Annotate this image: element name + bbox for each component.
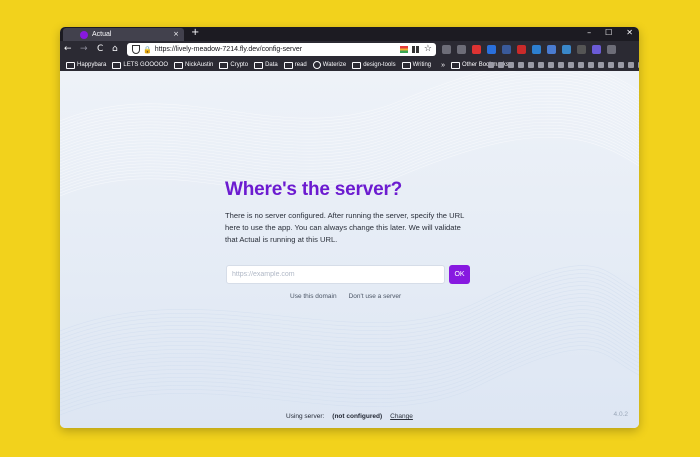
change-server-link[interactable]: Change <box>390 413 413 420</box>
extension-icon[interactable] <box>562 45 571 54</box>
reload-button[interactable]: C <box>97 44 103 54</box>
bookmark-icon[interactable] <box>538 62 544 68</box>
home-button[interactable]: ⌂ <box>112 44 118 54</box>
ublock-icon[interactable] <box>517 45 526 54</box>
server-status-footer: Using server: (not configured) Change <box>286 413 413 420</box>
extension-icon[interactable] <box>547 45 556 54</box>
close-window-button[interactable]: ✕ <box>626 28 633 37</box>
folder-icon <box>451 61 461 69</box>
server-config-panel: Where's the server? There is no server c… <box>225 179 475 246</box>
server-status: (not configured) <box>332 413 383 420</box>
bookmark-lets-goooooo[interactable]: LETS GOOOOO <box>112 61 168 69</box>
globe-icon <box>312 61 321 69</box>
bookmark-writing[interactable]: Writing <box>401 61 431 69</box>
tab-actual[interactable]: Actual × <box>63 28 184 41</box>
tab-strip: Actual × + – ☐ ✕ <box>60 27 639 41</box>
bookmarks-bar: Happybara LETS GOOOOO NickAustin Crypto … <box>60 59 639 71</box>
bookmark-happybara[interactable]: Happybara <box>66 61 106 69</box>
footer-label: Using server: <box>286 413 325 420</box>
bookmark-icon[interactable] <box>608 62 614 68</box>
qr-code-icon[interactable] <box>412 46 419 53</box>
menu-icon[interactable] <box>607 45 616 54</box>
bookmark-icon[interactable] <box>488 62 494 68</box>
url-text[interactable]: https://lively-meadow-7214.fly.dev/confi… <box>155 46 302 53</box>
url-bar[interactable]: 🔒 https://lively-meadow-7214.fly.dev/con… <box>127 43 436 56</box>
bookmark-crypto[interactable]: Crypto <box>219 61 248 69</box>
close-tab-icon[interactable]: × <box>173 30 179 38</box>
dont-use-server-button[interactable]: Don't use a server <box>349 293 402 300</box>
bookmark-icon[interactable] <box>498 62 504 68</box>
page-content: Where's the server? There is no server c… <box>60 71 639 428</box>
use-this-domain-button[interactable]: Use this domain <box>290 293 337 300</box>
folder-icon <box>66 61 75 69</box>
bookmark-icons-row <box>488 62 639 68</box>
bookmark-read[interactable]: read <box>283 61 307 69</box>
download-icon[interactable] <box>457 45 466 54</box>
folder-icon <box>254 61 264 69</box>
bookmark-icon[interactable] <box>588 62 594 68</box>
bookmark-icon[interactable] <box>578 62 584 68</box>
forward-button[interactable]: → <box>80 44 88 54</box>
server-options: Use this domain Don't use a server <box>290 293 401 300</box>
extension-icon[interactable] <box>577 45 586 54</box>
lock-icon[interactable]: 🔒 <box>143 46 152 54</box>
bitwarden-icon[interactable] <box>487 45 496 54</box>
bookmark-icon[interactable] <box>618 62 624 68</box>
folder-icon <box>112 61 122 69</box>
server-url-input[interactable] <box>226 265 445 284</box>
new-tab-button[interactable]: + <box>191 27 199 38</box>
tab-title: Actual <box>92 31 112 38</box>
bookmark-icon[interactable] <box>518 62 524 68</box>
more-bookmarks-chevron-icon[interactable]: » <box>441 62 445 69</box>
version-label: 4.0.2 <box>613 411 628 418</box>
bookmark-waterize[interactable]: Waterize <box>312 61 346 69</box>
extension-badge-icon[interactable] <box>472 45 481 54</box>
page-description: There is no server configured. After run… <box>225 211 465 244</box>
server-url-form: OK <box>226 265 470 284</box>
folder-icon <box>219 61 229 69</box>
nav-bar: ← → C ⌂ 🔒 https://lively-meadow-7214.fly… <box>60 41 639 59</box>
maximize-button[interactable]: ☐ <box>605 28 612 37</box>
bookmark-icon[interactable] <box>638 62 639 68</box>
bookmark-design-tools[interactable]: design-tools <box>352 61 396 69</box>
background-waves <box>60 71 639 416</box>
bookmark-star-icon[interactable]: ☆ <box>424 44 432 54</box>
back-button[interactable]: ← <box>64 44 72 54</box>
bookmark-icon[interactable] <box>598 62 604 68</box>
folder-icon <box>174 61 184 69</box>
extension-icon[interactable] <box>502 45 511 54</box>
bookmark-icon[interactable] <box>508 62 514 68</box>
folder-icon <box>401 61 411 69</box>
toolbar-extensions <box>442 45 616 54</box>
wave-line <box>60 71 639 122</box>
bookmark-data[interactable]: Data <box>254 61 278 69</box>
pocket-icon[interactable] <box>442 45 451 54</box>
actual-favicon-icon <box>80 30 88 39</box>
bookmark-icon[interactable] <box>558 62 564 68</box>
browser-window: Actual × + – ☐ ✕ ← → C ⌂ 🔒 https://livel… <box>60 27 639 428</box>
wave-line <box>60 277 639 344</box>
page-title: Where's the server? <box>225 179 403 200</box>
bookmark-icon[interactable] <box>628 62 634 68</box>
folder-icon <box>352 61 362 69</box>
ok-button[interactable]: OK <box>449 265 470 284</box>
window-controls: – ☐ ✕ <box>587 28 633 37</box>
bookmark-icon[interactable] <box>528 62 534 68</box>
wave-line <box>60 281 639 348</box>
bookmark-icon[interactable] <box>568 62 574 68</box>
bookmark-nickaustin[interactable]: NickAustin <box>174 61 213 69</box>
bookmark-icon[interactable] <box>548 62 554 68</box>
folder-icon <box>283 61 293 69</box>
extension-icon[interactable] <box>400 46 408 53</box>
extension-icon[interactable] <box>532 45 541 54</box>
shield-icon[interactable] <box>132 45 140 54</box>
minimize-button[interactable]: – <box>587 28 591 37</box>
extension-icon[interactable] <box>592 45 601 54</box>
